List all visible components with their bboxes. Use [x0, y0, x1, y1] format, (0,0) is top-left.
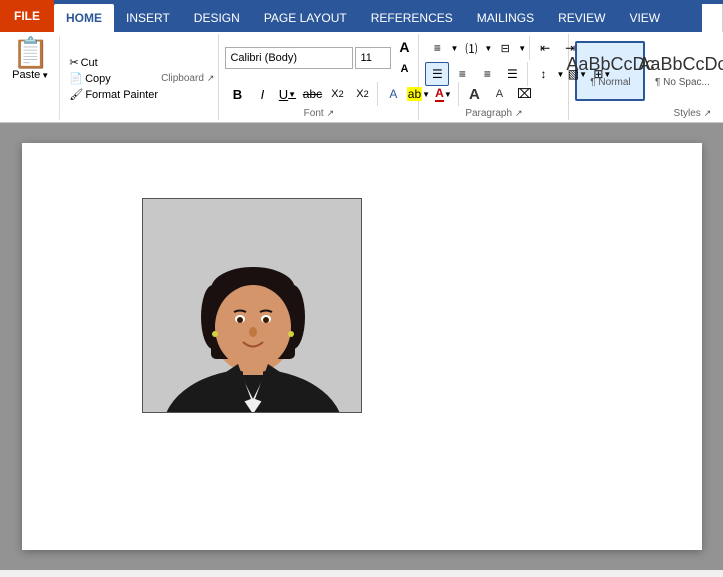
style-nospace-label: ¶ No Spac... [655, 77, 710, 88]
document-page [22, 143, 702, 550]
justify-button[interactable]: ☰ [500, 62, 524, 86]
bullets-dropdown[interactable]: ▼ [450, 44, 458, 53]
tab-references[interactable]: REFERENCES [359, 4, 465, 32]
style-nospace-preview: AaBbCcDc [638, 54, 723, 76]
font-grow-shrink: A A [393, 36, 415, 80]
italic-button[interactable]: I [250, 82, 274, 106]
format-painter-icon: 🖌 [69, 88, 83, 101]
paragraph-expand-icon[interactable]: ↗ [515, 108, 523, 119]
tab-home[interactable]: HOME [54, 4, 114, 32]
numbering-button[interactable]: ⑴ [459, 36, 483, 60]
tab-bar: FILE HOME INSERT DESIGN PAGE LAYOUT REFE… [0, 0, 723, 32]
decrease-indent-button[interactable]: ⇤ [533, 36, 557, 60]
ribbon-main: 📋 Paste ▼ ✂ Cut 📄 Copy [0, 32, 723, 122]
tab-review[interactable]: REVIEW [546, 4, 617, 32]
font-group: Calibri (Body) 11 A A B I U [219, 34, 419, 120]
underline-dropdown-icon[interactable]: ▼ [288, 90, 296, 99]
line-spacing-dropdown[interactable]: ▼ [556, 70, 564, 79]
paste-dropdown-icon[interactable]: ▼ [41, 71, 49, 80]
numbering-dropdown[interactable]: ▼ [484, 44, 492, 53]
styles-label: Styles ↗ [575, 106, 723, 120]
paste-icon: 📋 [12, 39, 49, 69]
document-photo [142, 198, 362, 413]
text-effect-button[interactable]: A [381, 82, 405, 106]
text-highlight-button[interactable]: ab ▼ [406, 82, 430, 106]
multilevel-dropdown[interactable]: ▼ [518, 44, 526, 53]
clipboard-group: 📋 Paste ▼ ✂ Cut 📄 Copy [0, 34, 219, 120]
tab-file[interactable]: FILE [0, 0, 54, 32]
copy-button[interactable]: 📄 Copy [66, 71, 161, 86]
style-heading1[interactable]: AaBbCc Heading 1 [719, 41, 723, 101]
editing-tab-label [702, 4, 723, 32]
paragraph-group: ≡ ▼ ⑴ ▼ ⊟ ▼ ⇤ ⇥ A↓Z ¶ ☰ ≡ ≡ ☰ [419, 34, 569, 120]
style-nospace[interactable]: AaBbCcDc ¶ No Spac... [647, 41, 717, 101]
multilevel-button[interactable]: ⊟ [493, 36, 517, 60]
underline-button[interactable]: U ▼ [275, 82, 299, 106]
font-size-input[interactable]: 11 [355, 47, 391, 69]
subscript-button[interactable]: X2 [325, 82, 349, 106]
clipboard-expand-icon[interactable]: ↗ [207, 73, 215, 84]
copy-icon: 📄 [69, 72, 83, 85]
highlight-dropdown-icon[interactable]: ▼ [422, 90, 430, 99]
line-spacing-button[interactable]: ↕ [531, 62, 555, 86]
portrait-svg [143, 199, 362, 413]
styles-expand-icon[interactable]: ↗ [704, 108, 712, 119]
font-shrink-button[interactable]: A [393, 58, 415, 80]
ribbon-container: FILE HOME INSERT DESIGN PAGE LAYOUT REFE… [0, 0, 723, 123]
cut-icon: ✂ [69, 56, 78, 69]
font-name-input[interactable]: Calibri (Body) [225, 47, 353, 69]
copy-label: Copy [85, 73, 111, 85]
font-expand-icon[interactable]: ↗ [327, 108, 335, 119]
tab-mailings[interactable]: MAILINGS [465, 4, 546, 32]
bullets-button[interactable]: ≡ [425, 36, 449, 60]
border-dropdown[interactable]: ▼ [603, 70, 611, 79]
format-painter-button[interactable]: 🖌 Format Painter [66, 87, 161, 102]
paste-button[interactable]: 📋 Paste ▼ [6, 36, 60, 120]
cut-label: Cut [81, 57, 98, 69]
font-color-dropdown-icon[interactable]: ▼ [444, 90, 452, 99]
format-painter-label: Format Painter [85, 89, 158, 101]
tab-insert[interactable]: INSERT [114, 4, 182, 32]
font-grow-button[interactable]: A [393, 36, 415, 58]
superscript-button[interactable]: X2 [350, 82, 374, 106]
paragraph-label: Paragraph ↗ [425, 106, 562, 120]
tab-page-layout[interactable]: PAGE LAYOUT [252, 4, 359, 32]
border-button[interactable]: ⊞ ▼ [590, 62, 614, 86]
tab-view[interactable]: VIEW [617, 4, 672, 32]
paste-label: Paste [12, 69, 40, 81]
font-label: Font ↗ [225, 106, 412, 120]
cut-button[interactable]: ✂ Cut [66, 55, 161, 70]
bold-button[interactable]: B [225, 82, 249, 106]
strikethrough-button[interactable]: abc [300, 82, 324, 106]
shading-dropdown[interactable]: ▼ [579, 70, 587, 79]
tab-design[interactable]: DESIGN [182, 4, 252, 32]
align-right-button[interactable]: ≡ [475, 62, 499, 86]
clipboard-label: Clipboard ↗ [161, 36, 214, 120]
document-area [0, 123, 723, 570]
font-color-button[interactable]: A ▼ [431, 82, 455, 106]
shading-button[interactable]: ▧ ▼ [565, 62, 589, 86]
